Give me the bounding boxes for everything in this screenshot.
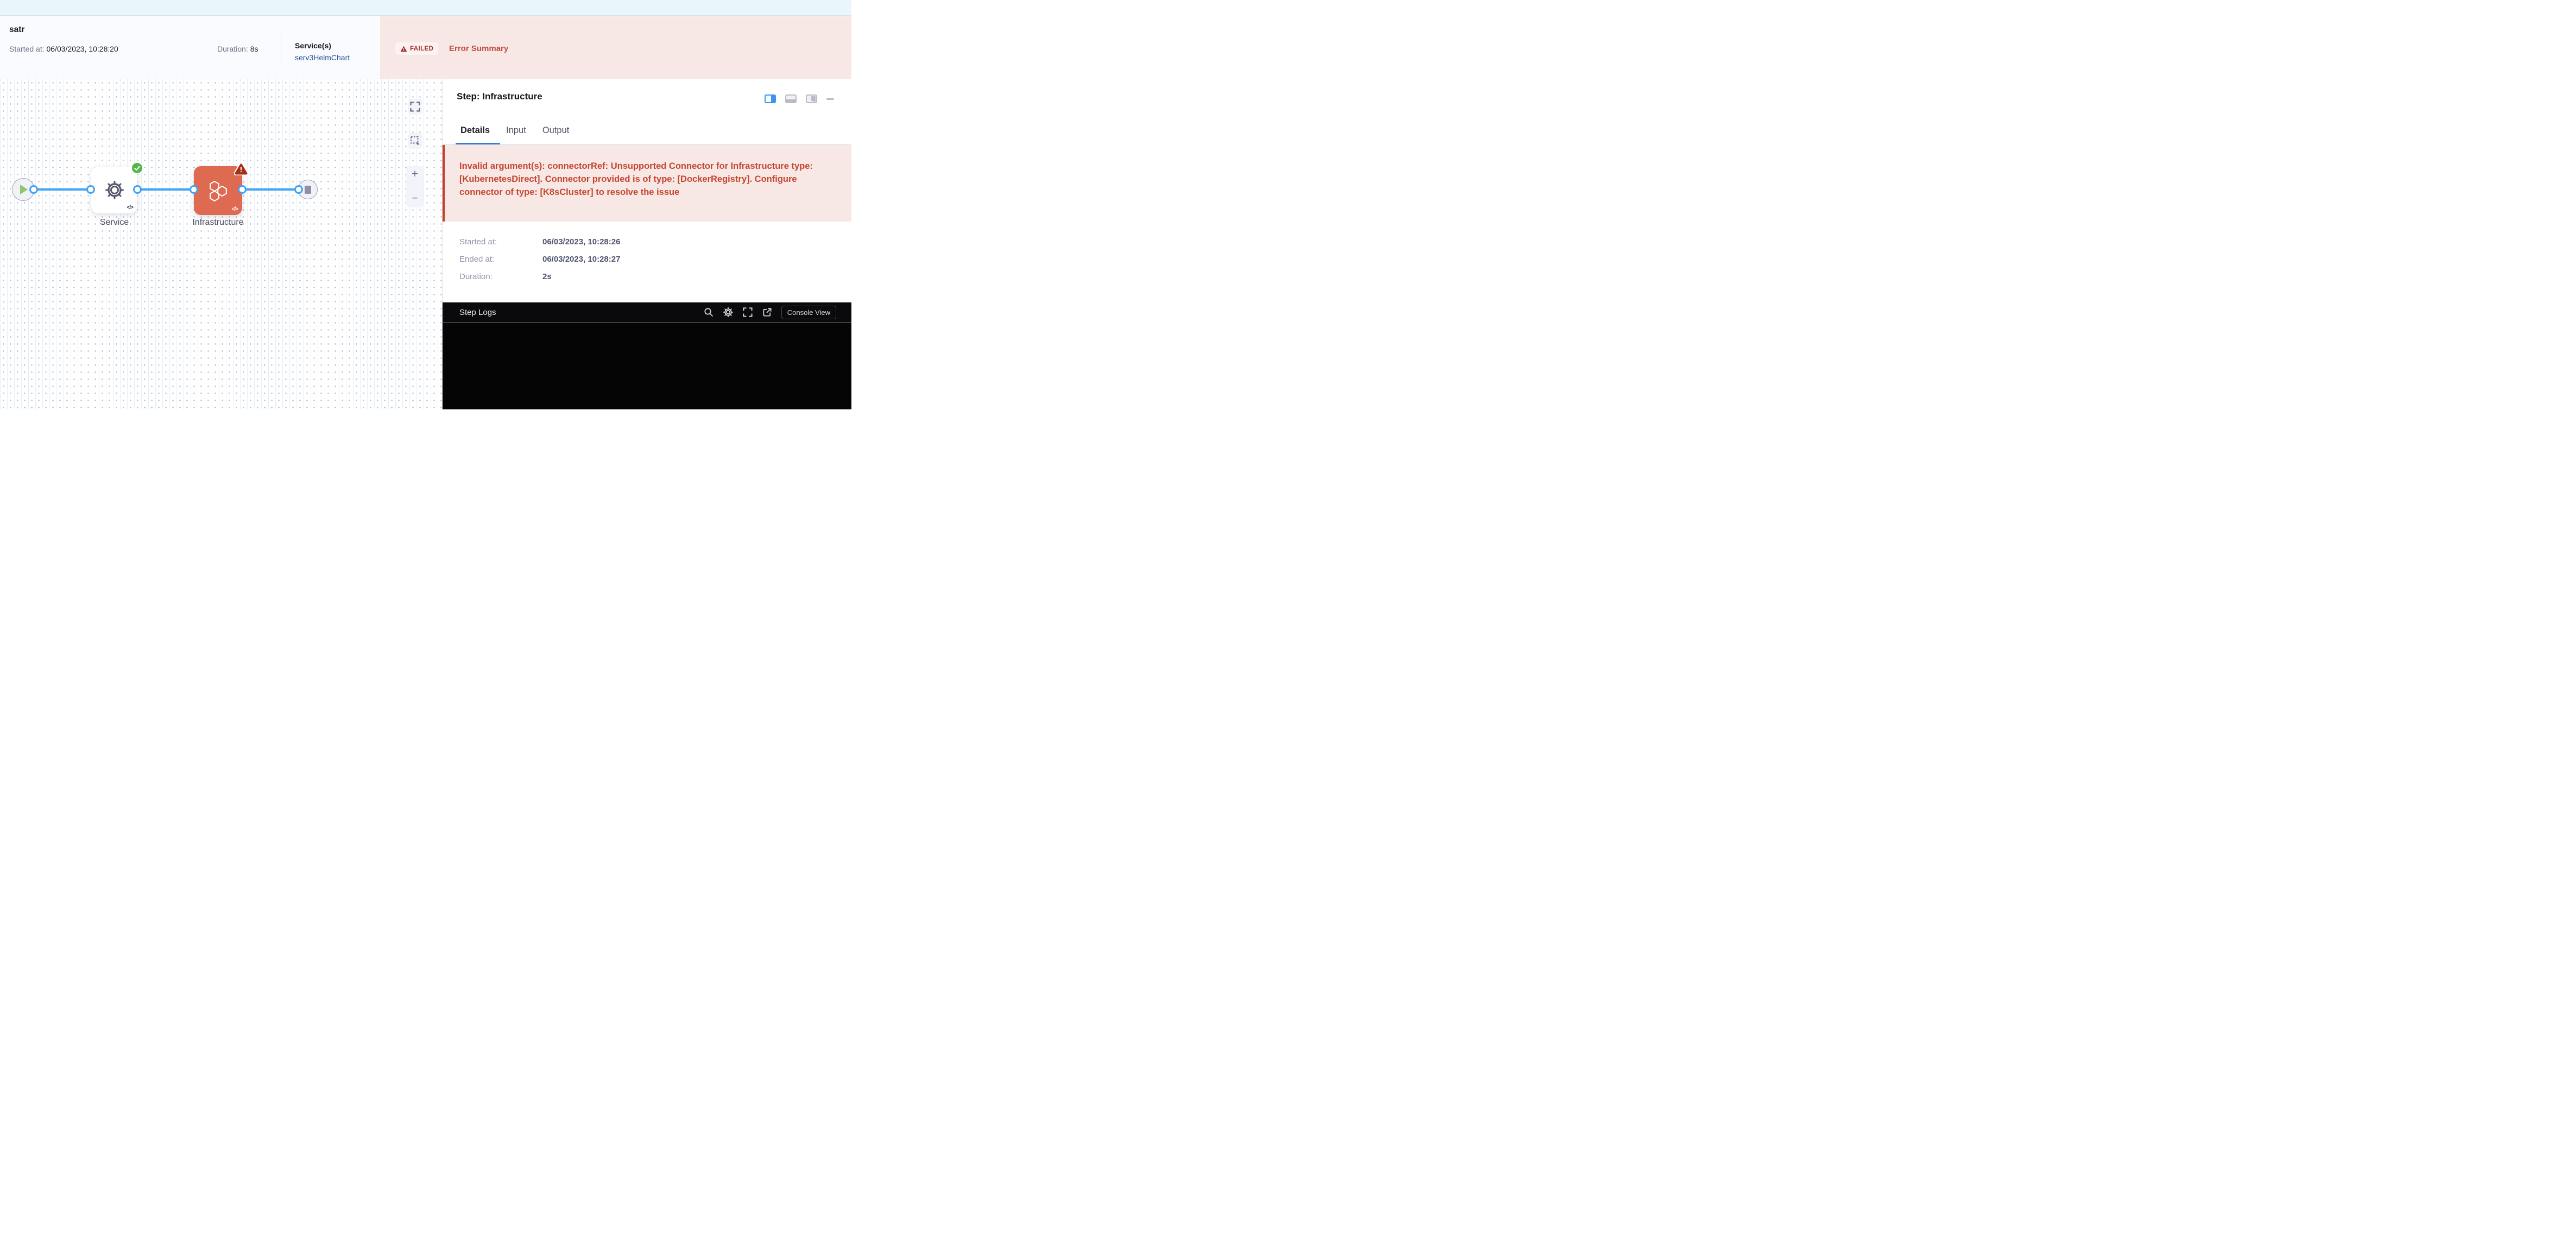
service-link[interactable]: serv3HelmChart <box>295 53 350 62</box>
pipeline-execution-page: FAILED Error Summary satr Started at: 06… <box>0 0 851 409</box>
infrastructure-step-node[interactable]: </> <box>194 166 242 215</box>
detail-row-ended: Ended at: 06/03/2023, 10:28:27 <box>459 255 620 264</box>
detail-label: Ended at: <box>459 255 542 264</box>
error-header-band: FAILED Error Summary <box>380 16 851 79</box>
detail-row-duration: Duration: 2s <box>459 272 552 281</box>
service-step-node[interactable]: </> <box>91 167 137 213</box>
detail-value: 2s <box>542 272 552 281</box>
edge-start-service <box>34 188 91 191</box>
detail-label: Started at: <box>459 237 542 246</box>
failure-badge-icon <box>234 163 248 178</box>
panel-title: Step: Infrastructure <box>457 91 542 102</box>
duration-meta: Duration: 8s <box>217 45 258 53</box>
error-message-text: Invalid argument(s): connectorRef: Unsup… <box>459 160 835 199</box>
connector-dot <box>29 185 38 194</box>
panel-tabs: Details Input Output <box>460 125 569 142</box>
error-message-box: Invalid argument(s): connectorRef: Unsup… <box>443 145 851 222</box>
edge-infra-end <box>242 188 299 191</box>
connector-dot <box>190 185 198 194</box>
canvas-zoom-controls: + − <box>406 166 424 207</box>
success-badge-icon <box>132 163 142 173</box>
step-logs-bar: Step Logs Console View <box>443 302 851 322</box>
step-logs-title: Step Logs <box>459 308 496 317</box>
stop-icon <box>305 186 311 194</box>
detail-value: 06/03/2023, 10:28:26 <box>542 237 620 246</box>
service-node-label: Service <box>91 218 137 227</box>
layout-float-icon[interactable] <box>806 94 817 103</box>
duration-value: 8s <box>250 45 258 53</box>
services-block: Service(s) serv3HelmChart <box>295 41 350 62</box>
edge-service-infra <box>137 188 194 191</box>
panel-layout-switcher <box>765 94 834 103</box>
status-badge: FAILED <box>395 42 438 55</box>
tab-details[interactable]: Details <box>460 125 490 142</box>
layout-bottom-icon[interactable] <box>785 94 797 103</box>
detail-row-started: Started at: 06/03/2023, 10:28:26 <box>459 237 620 246</box>
hexagons-icon <box>206 179 230 203</box>
console-view-button[interactable]: Console View <box>781 306 836 319</box>
play-icon <box>20 185 28 194</box>
fullscreen-icon <box>410 102 420 112</box>
log-output-area[interactable] <box>443 323 851 409</box>
tab-input[interactable]: Input <box>506 125 526 142</box>
canvas-fit-button[interactable] <box>408 99 422 115</box>
connector-dot <box>133 185 142 194</box>
duration-label: Duration: <box>217 45 250 53</box>
expand-logs-icon[interactable] <box>742 307 753 318</box>
pipeline-name: satr <box>9 25 24 35</box>
error-summary-link[interactable]: Error Summary <box>449 44 508 53</box>
tab-output[interactable]: Output <box>542 125 570 142</box>
connector-dot <box>294 185 303 194</box>
warning-icon <box>400 46 407 52</box>
code-icon: </> <box>127 205 133 211</box>
marquee-select-icon <box>410 136 420 146</box>
step-details-panel: Step: Infrastructure Details Input Outpu… <box>442 79 851 409</box>
connector-dot <box>86 185 95 194</box>
code-icon: </> <box>232 206 238 212</box>
canvas-select-button[interactable] <box>408 133 422 149</box>
started-at-value: 06/03/2023, 10:28:20 <box>46 45 118 53</box>
connector-dot <box>238 185 247 194</box>
execution-header: FAILED Error Summary satr Started at: 06… <box>0 16 851 79</box>
minimize-panel-icon[interactable] <box>826 98 834 100</box>
zoom-out-button[interactable]: − <box>412 193 418 204</box>
detail-value: 06/03/2023, 10:28:27 <box>542 255 620 264</box>
search-icon[interactable] <box>703 307 714 318</box>
pipeline-canvas[interactable]: </> </> <box>0 79 442 409</box>
infrastructure-node-label: Infrastructure <box>187 218 249 227</box>
status-badge-label: FAILED <box>410 46 433 52</box>
logs-actions: Console View <box>703 306 836 319</box>
started-at-meta: Started at: 06/03/2023, 10:28:20 <box>9 45 118 53</box>
log-settings-gear-icon[interactable] <box>723 307 734 318</box>
layout-right-icon[interactable] <box>765 94 776 103</box>
detail-label: Duration: <box>459 272 542 281</box>
top-strip <box>0 0 851 16</box>
services-label: Service(s) <box>295 41 350 50</box>
gear-icon <box>104 179 125 201</box>
zoom-in-button[interactable]: + <box>412 169 418 180</box>
open-external-icon[interactable] <box>762 307 773 318</box>
started-at-label: Started at: <box>9 45 46 53</box>
